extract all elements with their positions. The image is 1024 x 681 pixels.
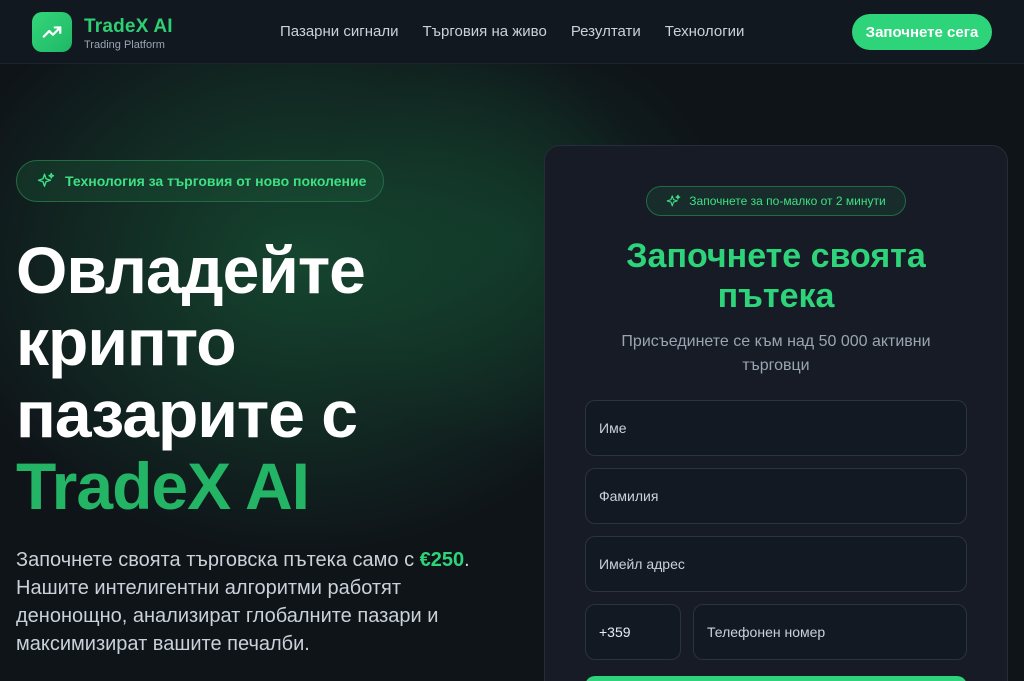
hero-title: Овладейте крипто пазарите с TradeX AI <box>16 234 516 522</box>
hero-description: Започнете своята търговска пътека само с… <box>16 546 476 658</box>
form-title: Започнете своята пътека <box>626 237 926 315</box>
first-name-field[interactable]: Име <box>585 400 967 456</box>
email-field[interactable]: Имейл адрес <box>585 536 967 592</box>
hero-title-accent: TradeX AI <box>16 449 310 523</box>
logo-icon[interactable] <box>32 12 72 52</box>
last-name-field[interactable]: Фамилия <box>585 468 967 524</box>
main-nav: Пазарни сигнали Търговия на живо Резулта… <box>280 23 744 40</box>
hero-title-line-1: Овладейте <box>16 233 366 307</box>
brand-subtitle: Trading Platform <box>84 39 165 51</box>
nav-item-technologies[interactable]: Технологии <box>665 23 745 40</box>
phone-code-select[interactable]: +359 <box>585 604 681 660</box>
submit-button[interactable] <box>585 676 967 681</box>
form-badge-label: Започнете за по-малко от 2 минути <box>689 194 886 208</box>
hero-badge: Технология за търговия от ново поколение <box>16 160 384 202</box>
hero-desc-amount: €250 <box>419 549 465 571</box>
hero-title-line-2: крипто <box>16 305 237 379</box>
hero-badge-label: Технология за търговия от ново поколение <box>65 173 367 189</box>
nav-item-market-signals[interactable]: Пазарни сигнали <box>280 23 398 40</box>
sparkles-icon <box>666 194 681 206</box>
site-header: TradeX AI Trading Platform Пазарни сигна… <box>0 0 1024 64</box>
nav-item-live-trading[interactable]: Търговия на живо <box>422 23 546 40</box>
hero-title-line-3: пазарите с <box>16 377 358 451</box>
get-started-button[interactable]: Започнете сега <box>852 14 992 50</box>
form-subtitle: Присъединете се към над 50 000 активни т… <box>621 333 931 374</box>
trending-up-icon <box>42 26 62 38</box>
hero-desc-prefix: Започнете своята търговска пътека само с <box>16 549 420 571</box>
sparkles-icon <box>37 172 55 187</box>
brand-name[interactable]: TradeX AI <box>84 16 173 38</box>
phone-field[interactable]: Телефонен номер <box>693 604 967 660</box>
form-badge: Започнете за по-малко от 2 минути <box>646 186 906 216</box>
nav-item-results[interactable]: Резултати <box>571 23 641 40</box>
